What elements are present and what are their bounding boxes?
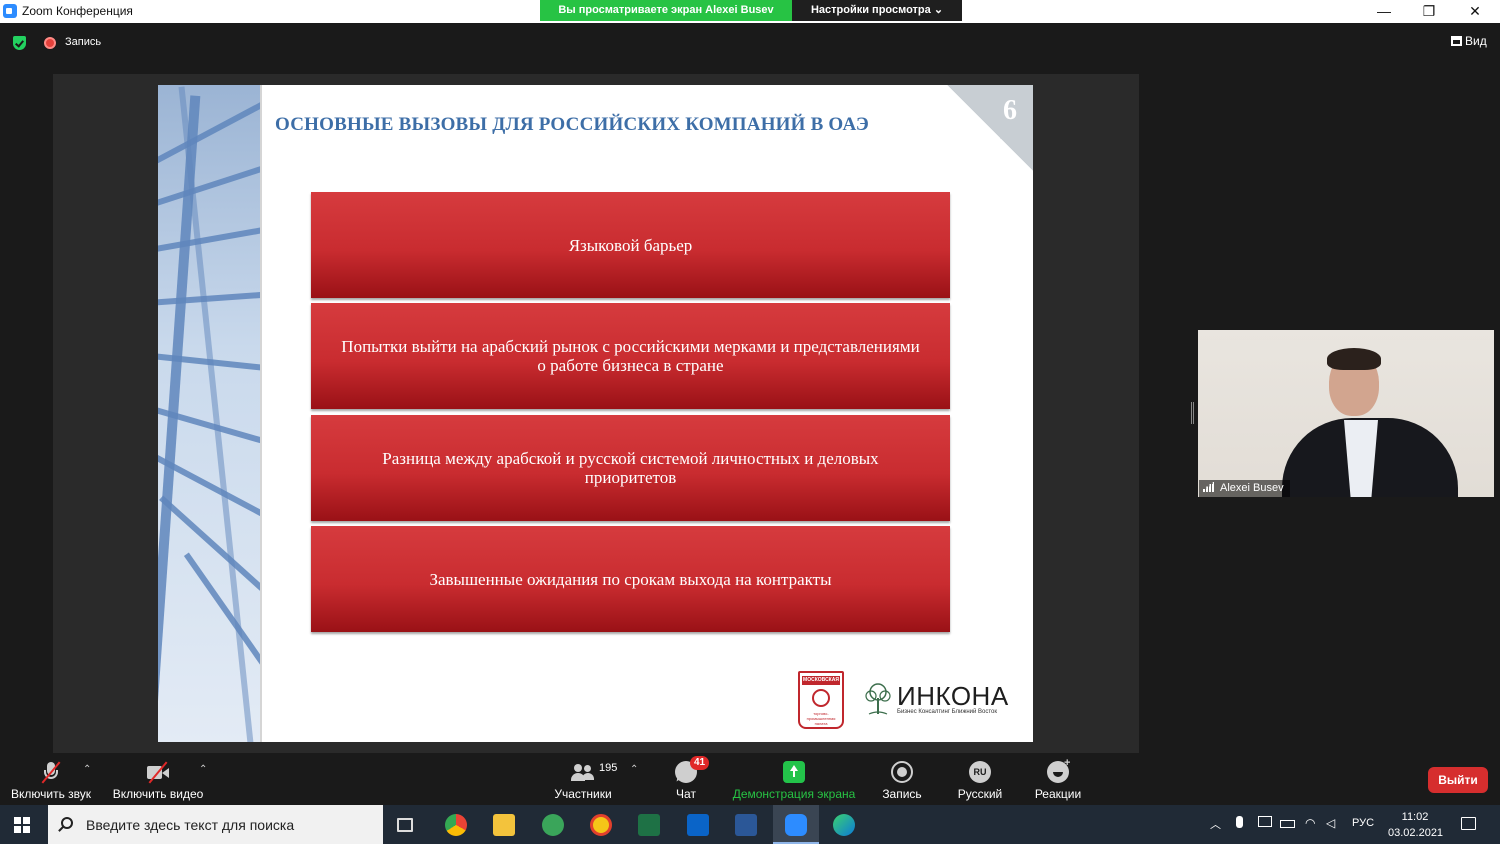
battery-icon[interactable] bbox=[1280, 820, 1295, 828]
challenge-box-2: Попытки выйти на арабский рынок с россий… bbox=[311, 303, 950, 409]
task-view-icon[interactable] bbox=[397, 818, 413, 832]
network-globe-icon[interactable] bbox=[542, 814, 564, 836]
maximize-button[interactable]: ❐ bbox=[1406, 0, 1452, 23]
participant-name: Alexei Busev bbox=[1220, 482, 1284, 494]
share-screen-button[interactable]: Демонстрация экрана bbox=[730, 755, 858, 805]
share-screen-icon bbox=[783, 761, 805, 783]
slide-title: ОСНОВНЫЕ ВЫЗОВЫ ДЛЯ РОССИЙСКИХ КОМПАНИЙ … bbox=[275, 114, 869, 135]
presentation-slide: 6 ОСНОВНЫЕ ВЫЗОВЫ ДЛЯ РОССИЙСКИХ КОМПАНИ… bbox=[158, 85, 1033, 742]
chat-label: Чат bbox=[676, 787, 696, 801]
mtpp-emblem-icon bbox=[812, 689, 830, 707]
windows-taskbar: Введите здесь текст для поиска ︿ ◠ ◁ РУС… bbox=[0, 805, 1500, 844]
security-shield-icon[interactable] bbox=[13, 36, 26, 50]
wifi-icon[interactable]: ◠ bbox=[1305, 816, 1315, 830]
inkona-logo-text: ИНКОНА bbox=[897, 681, 1009, 711]
leave-meeting-button[interactable]: Выйти bbox=[1428, 767, 1488, 793]
unmute-button[interactable]: Включить звук bbox=[6, 755, 96, 805]
microphone-muted-icon bbox=[40, 761, 62, 784]
panel-drag-handle[interactable] bbox=[1191, 402, 1194, 424]
slide-corner-decoration bbox=[947, 85, 1033, 171]
participants-count: 195 bbox=[599, 762, 618, 774]
view-button[interactable]: Вид bbox=[1451, 34, 1487, 48]
start-video-label: Включить видео bbox=[112, 787, 204, 801]
meeting-topbar: Запись Вид bbox=[0, 23, 1500, 63]
tray-overflow-icon[interactable]: ︿ bbox=[1210, 816, 1221, 832]
view-label: Вид bbox=[1465, 34, 1487, 48]
view-settings-button[interactable]: Настройки просмотра ⌄ bbox=[792, 0, 962, 21]
chat-unread-badge: 41 bbox=[690, 756, 710, 770]
participant-name-tag: Alexei Busev bbox=[1199, 480, 1290, 497]
screen-share-banner: Вы просматриваете экран Alexei Busev bbox=[540, 0, 792, 21]
notifications-icon[interactable] bbox=[1461, 817, 1476, 830]
input-language-indicator[interactable]: РУС bbox=[1352, 817, 1374, 829]
volume-icon[interactable]: ◁ bbox=[1326, 816, 1335, 830]
challenge-box-1: Языковой барьер bbox=[311, 192, 950, 298]
participants-icon bbox=[571, 761, 594, 783]
clock-date: 03.02.2021 bbox=[1388, 827, 1444, 839]
mtpp-logo-subtitle: торгово-промышленная палата bbox=[806, 711, 836, 726]
participants-options-caret[interactable]: ⌃ bbox=[630, 764, 638, 775]
language-button[interactable]: RU Русский bbox=[950, 755, 1010, 805]
record-label: Запись bbox=[882, 787, 922, 801]
inkona-tree-icon bbox=[865, 683, 891, 715]
close-button[interactable]: ✕ bbox=[1452, 0, 1498, 23]
grid-view-icon bbox=[1451, 36, 1462, 46]
slide-divider bbox=[260, 85, 262, 742]
tray-app-icon[interactable] bbox=[1258, 816, 1272, 827]
clock-time: 11:02 bbox=[1401, 811, 1429, 823]
window-title: Zoom Конференция bbox=[22, 4, 133, 18]
zoom-app-icon bbox=[3, 4, 17, 18]
meeting-controls: Включить звук ⌃ Включить видео ⌃ Участни… bbox=[0, 755, 1500, 805]
tray-mic-icon[interactable] bbox=[1236, 816, 1243, 828]
signal-strength-icon bbox=[1203, 482, 1216, 492]
start-video-button[interactable]: Включить видео bbox=[108, 755, 208, 805]
participants-label: Участники bbox=[554, 787, 612, 801]
mtpp-logo: МОСКОВСКАЯ торгово-промышленная палата bbox=[798, 671, 844, 729]
reactions-label: Реакции bbox=[1034, 787, 1082, 801]
participant-video-tile[interactable] bbox=[1198, 330, 1494, 497]
windows-start-icon[interactable] bbox=[14, 817, 30, 833]
inkona-logo-subtitle: Бизнес Консалтинг Ближний Восток bbox=[897, 709, 998, 715]
edge-icon[interactable] bbox=[833, 814, 855, 836]
unmute-label: Включить звук bbox=[10, 787, 92, 801]
zoom-icon[interactable] bbox=[785, 814, 807, 836]
audio-options-caret[interactable]: ⌃ bbox=[83, 764, 91, 775]
file-explorer-icon[interactable] bbox=[493, 814, 515, 836]
challenge-box-3: Разница между арабской и русской системо… bbox=[311, 415, 950, 521]
challenge-box-4: Завышенные ожидания по срокам выхода на … bbox=[311, 526, 950, 632]
recording-label: Запись bbox=[65, 36, 102, 48]
video-options-caret[interactable]: ⌃ bbox=[199, 764, 207, 775]
taskbar-search-placeholder: Введите здесь текст для поиска bbox=[86, 817, 295, 833]
slide-number: 6 bbox=[1003, 95, 1017, 126]
search-icon bbox=[61, 817, 73, 829]
chrome-icon[interactable] bbox=[445, 814, 467, 836]
minimize-button[interactable]: — bbox=[1361, 0, 1407, 23]
recording-indicator-icon bbox=[44, 37, 56, 49]
taskbar-search-box[interactable]: Введите здесь текст для поиска bbox=[48, 805, 383, 844]
participant-hair bbox=[1327, 348, 1381, 370]
reactions-button[interactable]: + Реакции bbox=[1030, 755, 1086, 805]
window-titlebar: Zoom Конференция Вы просматриваете экран… bbox=[0, 0, 1500, 23]
word-icon[interactable] bbox=[735, 814, 757, 836]
taskbar-clock[interactable]: 11:02 03.02.2021 bbox=[1388, 809, 1444, 841]
share-screen-label: Демонстрация экрана bbox=[732, 787, 856, 801]
video-off-icon bbox=[147, 761, 169, 784]
language-label: Русский bbox=[957, 787, 1003, 801]
language-icon: RU bbox=[969, 761, 991, 783]
slide-decorative-photo bbox=[158, 85, 260, 742]
reactions-smiley-icon: + bbox=[1047, 757, 1070, 783]
mtpp-logo-band: МОСКОВСКАЯ bbox=[802, 676, 840, 685]
outlook-icon[interactable] bbox=[687, 814, 709, 836]
record-icon bbox=[891, 761, 913, 783]
1c-app-icon[interactable] bbox=[590, 814, 612, 836]
record-button[interactable]: Запись bbox=[876, 755, 928, 805]
excel-icon[interactable] bbox=[638, 814, 660, 836]
